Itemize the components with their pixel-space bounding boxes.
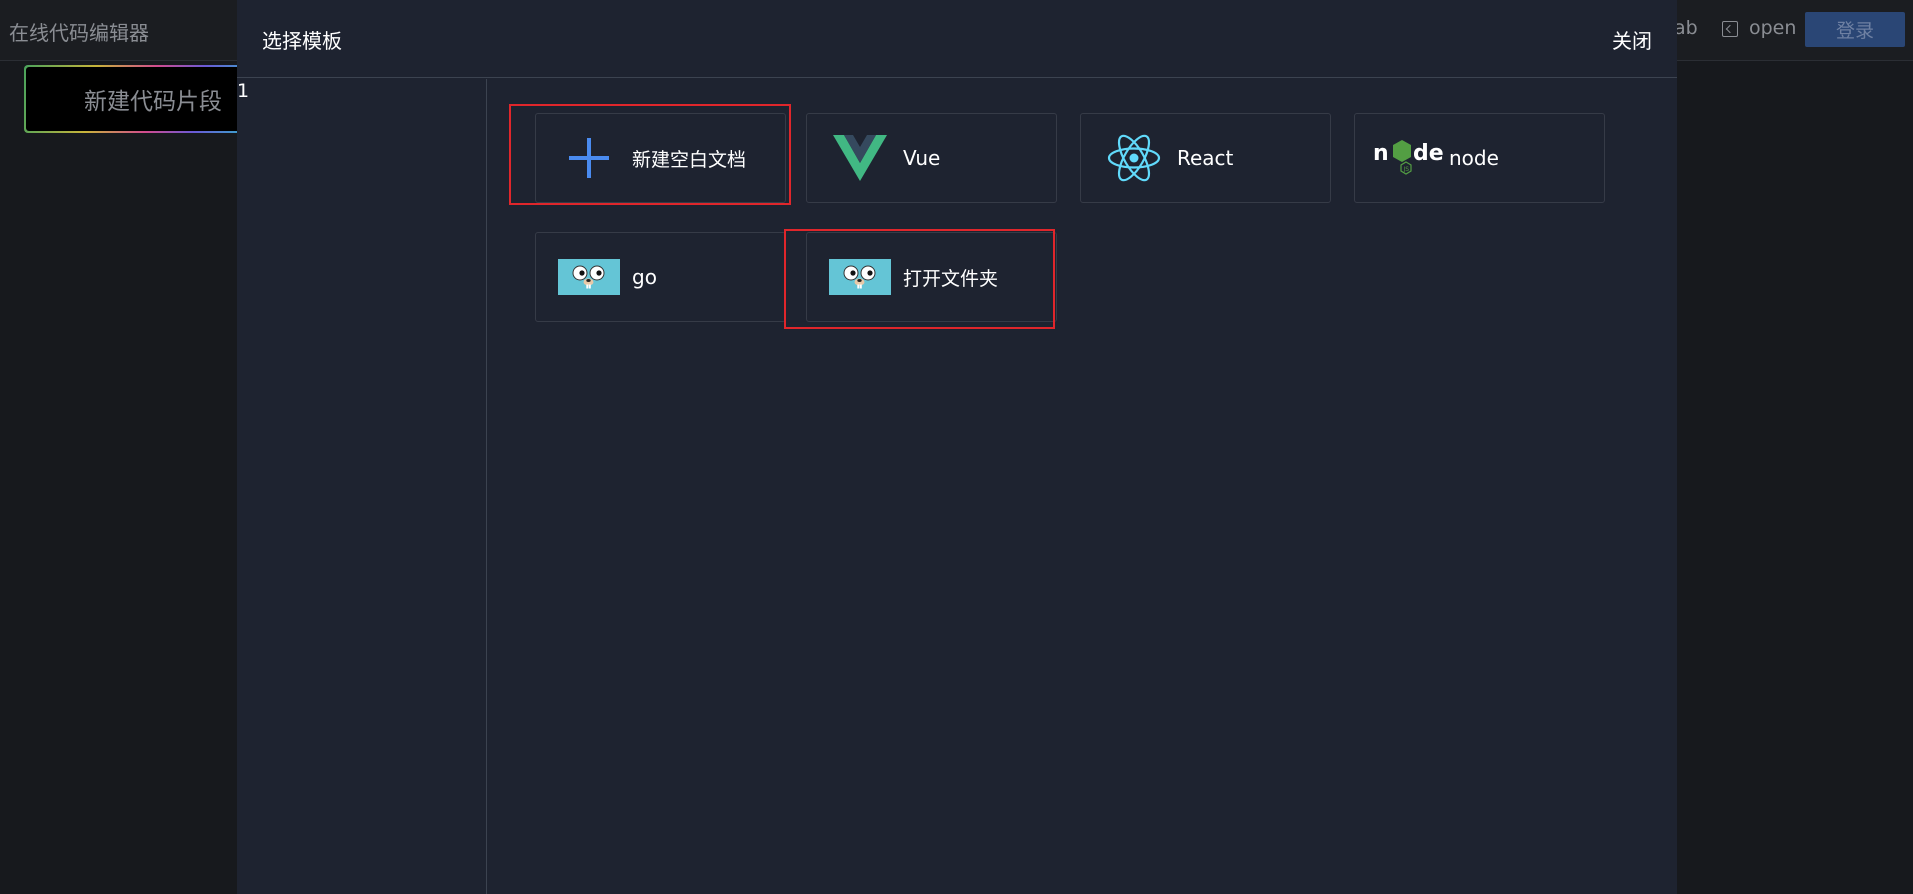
go-gopher-icon — [558, 252, 620, 302]
template-label: go — [632, 265, 657, 289]
template-card-open-folder[interactable]: 打开文件夹 — [806, 232, 1057, 322]
svg-text:n: n — [1373, 141, 1389, 166]
template-card-react[interactable]: React — [1080, 113, 1331, 203]
plus-icon — [558, 133, 620, 183]
template-label: 打开文件夹 — [903, 267, 999, 290]
close-button[interactable]: 关闭 — [1612, 25, 1652, 54]
login-button[interactable]: 登录 — [1805, 12, 1905, 47]
new-snippet-button[interactable]: 新建代码片段 — [24, 65, 254, 133]
template-label: node — [1449, 146, 1499, 170]
open-link[interactable]: open — [1749, 17, 1796, 39]
template-card-vue[interactable]: Vue — [806, 113, 1057, 203]
template-count: 1 — [237, 80, 250, 102]
template-label: Vue — [903, 146, 941, 170]
modal-sidebar — [237, 79, 487, 894]
modal-title: 选择模板 — [262, 29, 342, 53]
template-label: React — [1177, 146, 1234, 170]
node-logo-icon: n de JS — [1373, 133, 1443, 183]
modal-header: 选择模板 关闭 — [237, 0, 1677, 78]
header-tab-link[interactable]: ab — [1674, 17, 1698, 39]
template-modal: 选择模板 关闭 1 新建空白文档 Vue React n de JS node … — [237, 0, 1677, 894]
react-logo-icon — [1103, 133, 1165, 183]
app-title: 在线代码编辑器 — [9, 21, 149, 45]
vue-logo-icon — [829, 133, 891, 183]
template-label: 新建空白文档 — [632, 148, 747, 171]
template-card-node[interactable]: n de JS node — [1354, 113, 1605, 203]
template-card-go[interactable]: go — [535, 232, 786, 322]
template-card-blank[interactable]: 新建空白文档 — [535, 113, 786, 203]
open-icon — [1722, 21, 1738, 37]
svg-text:de: de — [1413, 141, 1443, 166]
new-snippet-label: 新建代码片段 — [26, 67, 252, 131]
svg-text:JS: JS — [1403, 166, 1410, 173]
go-gopher-icon — [829, 252, 891, 302]
